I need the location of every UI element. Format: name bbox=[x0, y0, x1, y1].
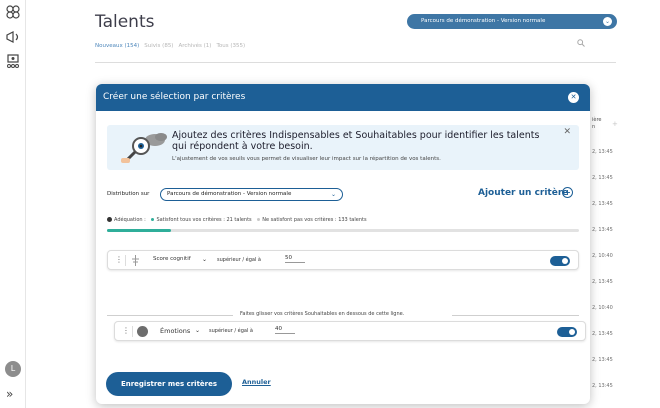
criterion-value-input[interactable]: 40 bbox=[275, 326, 295, 334]
divider-line-right bbox=[452, 315, 579, 316]
team-card-icon[interactable] bbox=[4, 54, 22, 72]
criterion-comparator[interactable]: supérieur / égal à bbox=[209, 328, 253, 334]
modal-title: Créer une sélection par critères bbox=[96, 84, 590, 111]
info-title: Ajoutez des critères Indispensables et S… bbox=[172, 130, 540, 152]
add-criterion-label: Ajouter un critère bbox=[478, 188, 569, 198]
left-rail: L » bbox=[0, 0, 26, 408]
close-banner-icon[interactable]: ✕ bbox=[563, 127, 571, 137]
distribution-select-value: Parcours de démonstration - Version norm… bbox=[167, 191, 292, 197]
info-banner: Ajoutez des critères Indispensables et S… bbox=[107, 125, 579, 170]
avatar[interactable]: L bbox=[5, 361, 21, 377]
drag-handle-icon[interactable]: ⋮ bbox=[122, 326, 130, 335]
adequation-label: Adéquation : bbox=[114, 217, 146, 223]
optional-divider-text: Faites glisser vos critères Souhaitables… bbox=[236, 311, 409, 317]
criteria-modal: Créer une sélection par critères ✕ Ajout… bbox=[96, 84, 590, 404]
adequation-dot-icon bbox=[107, 217, 112, 222]
users-group-icon[interactable] bbox=[4, 4, 22, 22]
legend-not-satisfied: Ne satisfont pas vos critères : 133 tale… bbox=[262, 217, 367, 223]
megaphone-icon[interactable] bbox=[4, 30, 22, 48]
separator bbox=[125, 255, 126, 266]
satisfied-dot-icon bbox=[151, 218, 155, 221]
adequation-legend: Adéquation : Satisfont tous vos critères… bbox=[107, 217, 367, 223]
chevron-down-icon[interactable]: ⌄ bbox=[202, 256, 207, 263]
cancel-button[interactable]: Annuler bbox=[242, 378, 271, 386]
info-subtitle: L'ajustement de vos seuils vous permet d… bbox=[172, 156, 441, 162]
close-icon[interactable]: ✕ bbox=[568, 92, 579, 103]
criterion-name[interactable]: Émotions bbox=[160, 327, 190, 335]
add-criterion-button[interactable]: Ajouter un critère + bbox=[478, 187, 573, 198]
plus-circle-icon: + bbox=[562, 187, 573, 198]
adequation-progress bbox=[107, 229, 579, 232]
criterion-value-input[interactable]: 50 bbox=[285, 255, 305, 263]
emotions-icon bbox=[137, 326, 148, 337]
magnifier-illustration-icon bbox=[115, 129, 175, 165]
cognitive-icon bbox=[130, 255, 141, 266]
chevron-down-icon: ⌄ bbox=[330, 191, 336, 198]
criterion-toggle[interactable] bbox=[557, 327, 577, 337]
legend-satisfied: Satisfont tous vos critères : 21 talents bbox=[156, 217, 252, 223]
criterion-name[interactable]: Score cognitif bbox=[153, 256, 191, 262]
criterion-comparator[interactable]: supérieur / égal à bbox=[217, 257, 261, 263]
criterion-card-emotions[interactable]: ⋮ Émotions ⌄ supérieur / égal à 40 bbox=[114, 321, 586, 341]
save-criteria-button[interactable]: Enregistrer mes critères bbox=[106, 372, 232, 396]
criterion-toggle[interactable] bbox=[550, 256, 570, 266]
drag-handle-icon[interactable]: ⋮ bbox=[115, 255, 123, 264]
criterion-card-cognitive[interactable]: ⋮ Score cognitif ⌄ supérieur / égal à 50 bbox=[107, 250, 579, 270]
separator bbox=[132, 326, 133, 337]
divider-line-left bbox=[107, 315, 233, 316]
adequation-progress-fill bbox=[107, 229, 172, 232]
chevron-down-icon[interactable]: ⌄ bbox=[195, 327, 200, 334]
distribution-select[interactable]: Parcours de démonstration - Version norm… bbox=[160, 188, 343, 201]
distribution-label: Distribution sur bbox=[107, 191, 150, 197]
expand-sidebar-icon[interactable]: » bbox=[6, 387, 13, 401]
unsatisfied-dot-icon bbox=[257, 218, 261, 221]
